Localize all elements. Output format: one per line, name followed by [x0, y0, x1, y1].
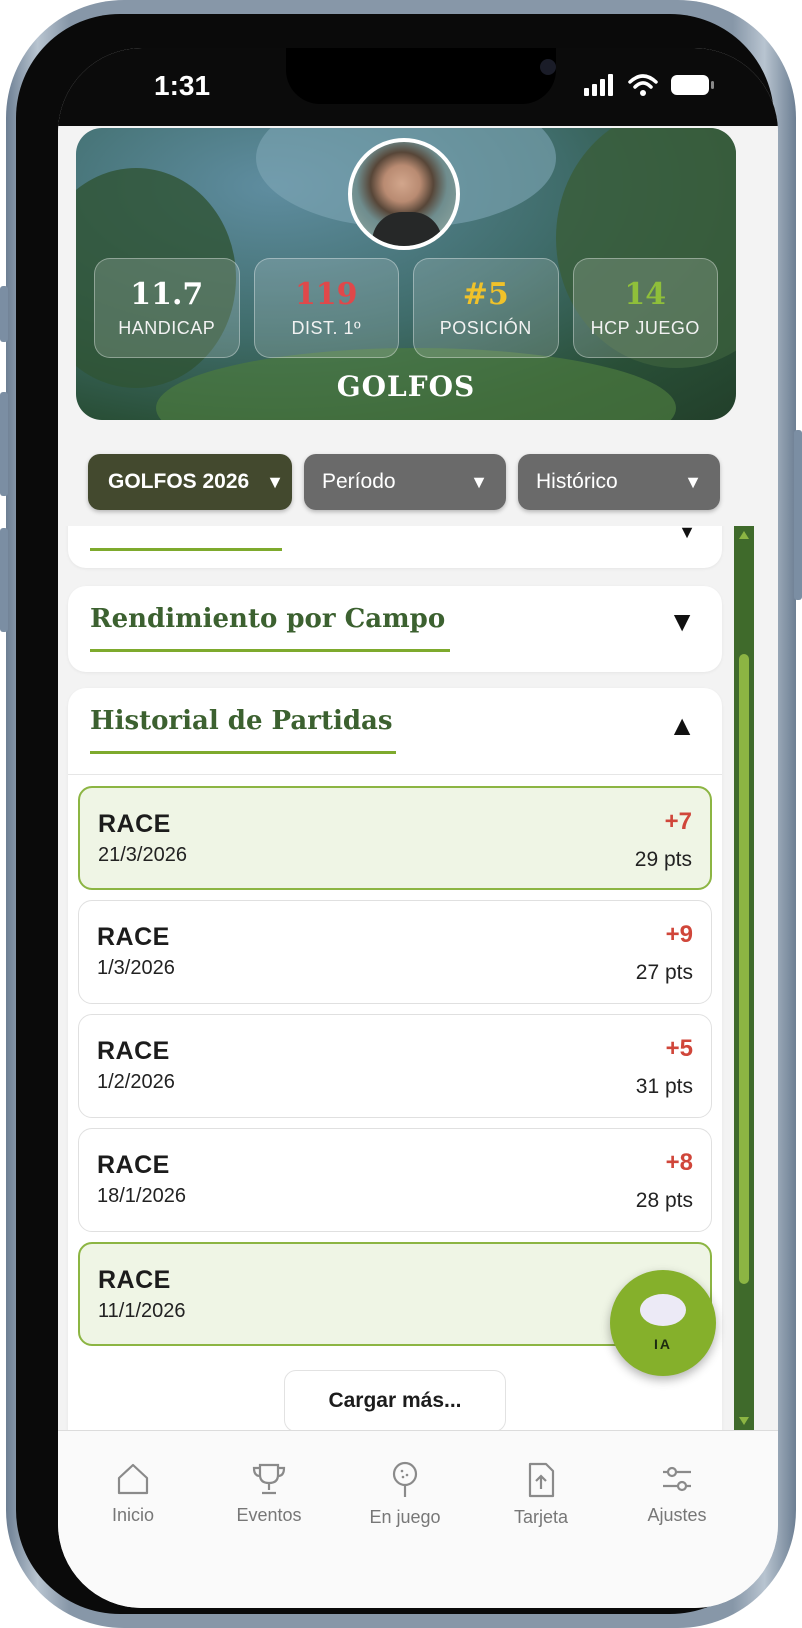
scroll-down-arrow-icon[interactable] [734, 1414, 754, 1428]
chevron-down-icon[interactable]: ▼ [678, 526, 696, 543]
match-score: +5 [665, 1035, 693, 1062]
battery-icon [671, 75, 714, 95]
stat-value: #5 [462, 276, 509, 312]
match-points: 28 pts [635, 1189, 693, 1212]
status-icons [584, 74, 716, 96]
chevron-down-icon: ▼ [470, 471, 488, 492]
match-row[interactable]: RACE 1/3/2026 +9 27 pts [78, 900, 712, 1004]
trophy-icon [252, 1463, 286, 1495]
match-name: RACE [97, 1151, 170, 1179]
section-title: Historial de Partidas [90, 706, 393, 736]
match-date: 18/1/2026 [97, 1185, 186, 1207]
wifi-icon [628, 74, 658, 96]
phone-bezel: 1:31 11.7 HANDICAP 119 DIST. 1º #5 POSIC… [16, 14, 778, 1614]
load-more-button[interactable]: Cargar más... [284, 1370, 506, 1432]
chevron-down-icon: ▼ [266, 471, 284, 492]
group-title: GOLFOS [336, 370, 476, 403]
match-date: 1/2/2026 [97, 1071, 175, 1093]
tab-label: Eventos [236, 1505, 302, 1525]
stat-game-handicap: 14 HCP JUEGO [572, 258, 718, 358]
scrollbar-thumb[interactable] [739, 654, 749, 1284]
group-select-value: GOLFOS 2026 [108, 470, 250, 493]
mute-switch [0, 286, 8, 342]
stat-position: #5 POSICIÓN [413, 258, 559, 358]
stat-value: 14 [624, 276, 667, 312]
stat-label: HCP JUEGO [590, 317, 700, 338]
section-rendimiento-campo[interactable]: Rendimiento por Campo ▼ [68, 586, 722, 672]
chevron-down-icon[interactable]: ▼ [668, 606, 696, 638]
section-title: Rendimiento por Campo [90, 604, 446, 634]
cellular-signal-icon [584, 74, 613, 96]
avatar-body-shape [372, 212, 442, 246]
match-score: +8 [665, 1149, 693, 1176]
tab-label: Tarjeta [513, 1507, 569, 1527]
sliders-icon [663, 1466, 691, 1492]
match-row[interactable]: RACE 18/1/2026 +8 28 pts [78, 1128, 712, 1232]
match-name: RACE [97, 1037, 170, 1065]
stat-label: POSICIÓN [439, 317, 532, 338]
match-name: RACE [98, 1266, 171, 1294]
ai-assistant-button[interactable]: IA [610, 1270, 716, 1376]
match-date: 1/3/2026 [97, 957, 175, 979]
avatar[interactable] [348, 138, 460, 250]
upload-file-icon [528, 1462, 555, 1498]
chevron-down-icon: ▼ [684, 471, 702, 492]
divider [68, 774, 722, 775]
dynamic-island [286, 48, 556, 104]
ai-assistant-label: IA [654, 1336, 672, 1352]
volume-up-button [0, 392, 8, 496]
group-select[interactable]: GOLFOS 2026 ▼ [88, 454, 292, 510]
stat-value: 119 [294, 276, 358, 312]
section-card-partial[interactable]: ▼ [68, 526, 722, 568]
history-select-value: Histórico [536, 470, 618, 493]
match-date: 21/3/2026 [98, 844, 187, 866]
tab-ajustes[interactable]: Ajustes [622, 1461, 732, 1526]
chevron-up-icon[interactable]: ▲ [668, 710, 696, 742]
history-select[interactable]: Histórico ▼ [518, 454, 720, 510]
chat-bubble-icon [640, 1294, 686, 1326]
tab-tarjeta[interactable]: Tarjeta [486, 1461, 596, 1528]
stat-handicap: 11.7 HANDICAP [94, 258, 240, 358]
section-underline [90, 751, 396, 754]
tab-en-juego[interactable]: En juego [350, 1461, 460, 1528]
tab-label: Ajustes [647, 1505, 707, 1525]
golf-ball-tee-icon [392, 1461, 418, 1497]
tab-label: Inicio [111, 1505, 155, 1525]
stat-label: HANDICAP [118, 317, 216, 338]
match-name: RACE [98, 810, 171, 838]
period-select-value: Período [322, 470, 396, 493]
status-time: 1:31 [154, 70, 211, 101]
volume-down-button [0, 528, 8, 632]
scrollbar[interactable] [734, 526, 754, 1430]
match-points: 29 pts [634, 848, 692, 871]
front-camera [540, 59, 556, 75]
stats-row: 11.7 HANDICAP 119 DIST. 1º #5 POSICIÓN 1… [94, 258, 718, 358]
tab-label: En juego [369, 1507, 441, 1527]
tab-eventos[interactable]: Eventos [214, 1461, 324, 1526]
stat-value: 11.7 [130, 276, 204, 312]
profile-header-card: 11.7 HANDICAP 119 DIST. 1º #5 POSICIÓN 1… [76, 128, 736, 420]
match-score: +7 [664, 808, 692, 835]
match-row[interactable]: RACE 1/2/2026 +5 31 pts [78, 1014, 712, 1118]
scroll-up-arrow-icon[interactable] [734, 528, 754, 542]
filter-bar: GOLFOS 2026 ▼ Período ▼ Histórico ▼ [88, 454, 720, 512]
match-score: +9 [665, 921, 693, 948]
stat-distance: 119 DIST. 1º [253, 258, 399, 358]
match-date: 11/1/2026 [98, 1300, 186, 1322]
status-bar: 1:31 [58, 48, 778, 126]
match-row[interactable]: RACE 21/3/2026 +7 29 pts [78, 786, 712, 890]
section-underline [90, 548, 282, 551]
match-name: RACE [97, 923, 170, 951]
section-underline [90, 649, 450, 652]
power-button [794, 430, 802, 600]
app-screen: 1:31 11.7 HANDICAP 119 DIST. 1º #5 POSIC… [58, 48, 778, 1608]
home-icon [117, 1463, 149, 1495]
tab-inicio[interactable]: Inicio [78, 1461, 188, 1526]
stat-label: DIST. 1º [291, 317, 362, 338]
match-points: 27 pts [635, 961, 693, 984]
period-select[interactable]: Período ▼ [304, 454, 506, 510]
bottom-tab-bar: Inicio Eventos En juego Tarjeta Ajustes [58, 1430, 778, 1608]
match-points: 31 pts [635, 1075, 693, 1098]
